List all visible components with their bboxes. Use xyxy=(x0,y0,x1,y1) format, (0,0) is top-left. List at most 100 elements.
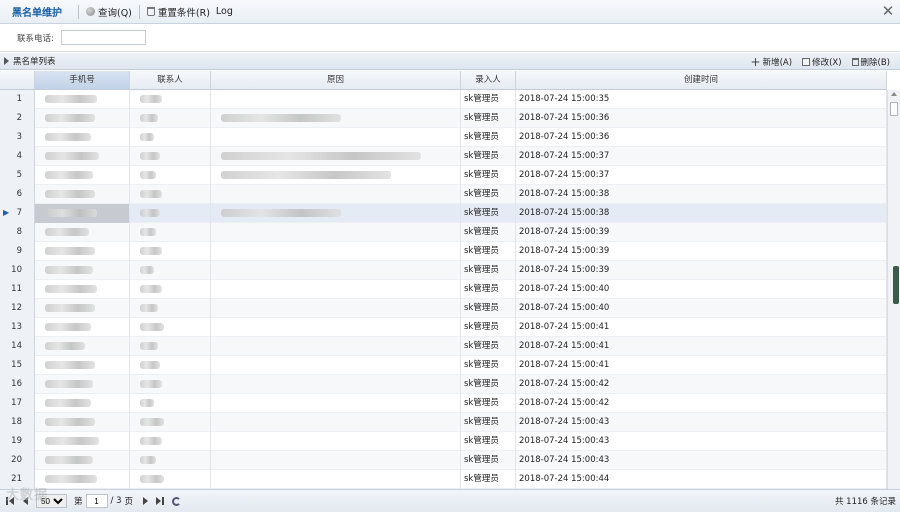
page-number-input[interactable] xyxy=(85,494,108,508)
table-row[interactable]: 12 sk管理员 2018-07-24 15:00:40 xyxy=(0,299,887,318)
delete-button[interactable]: 删除(B) xyxy=(851,56,890,68)
refresh-icon[interactable] xyxy=(172,496,182,506)
entered-by-cell[interactable]: sk管理员 xyxy=(461,204,516,223)
contact-cell[interactable] xyxy=(130,470,211,489)
entered-by-cell[interactable]: sk管理员 xyxy=(461,451,516,470)
entered-by-cell[interactable]: sk管理员 xyxy=(461,185,516,204)
entered-by-cell[interactable]: sk管理员 xyxy=(461,470,516,489)
table-row[interactable]: 13 sk管理员 2018-07-24 15:00:41 xyxy=(0,318,887,337)
phone-cell[interactable] xyxy=(35,204,130,223)
phone-cell[interactable] xyxy=(35,109,130,128)
created-time-cell[interactable]: 2018-07-24 15:00:42 xyxy=(516,394,887,413)
table-row[interactable]: 9 sk管理员 2018-07-24 15:00:39 xyxy=(0,242,887,261)
phone-cell[interactable] xyxy=(35,337,130,356)
table-row[interactable]: 15 sk管理员 2018-07-24 15:00:41 xyxy=(0,356,887,375)
reason-cell[interactable] xyxy=(211,280,461,299)
reason-cell[interactable] xyxy=(211,356,461,375)
phone-cell[interactable] xyxy=(35,242,130,261)
created-time-cell[interactable]: 2018-07-24 15:00:39 xyxy=(516,223,887,242)
table-row[interactable]: 17 sk管理员 2018-07-24 15:00:42 xyxy=(0,394,887,413)
side-handle[interactable] xyxy=(893,266,899,304)
entered-by-cell[interactable]: sk管理员 xyxy=(461,166,516,185)
table-row[interactable]: 3 sk管理员 2018-07-24 15:00:36 xyxy=(0,128,887,147)
entered-by-cell[interactable]: sk管理员 xyxy=(461,261,516,280)
column-header-entered-by[interactable]: 录入人 xyxy=(461,71,516,89)
reason-cell[interactable] xyxy=(211,432,461,451)
entered-by-cell[interactable]: sk管理员 xyxy=(461,432,516,451)
created-time-cell[interactable]: 2018-07-24 15:00:41 xyxy=(516,356,887,375)
created-time-cell[interactable]: 2018-07-24 15:00:40 xyxy=(516,299,887,318)
entered-by-cell[interactable]: sk管理员 xyxy=(461,242,516,261)
reason-cell[interactable] xyxy=(211,394,461,413)
reason-cell[interactable] xyxy=(211,147,461,166)
reason-cell[interactable] xyxy=(211,109,461,128)
contact-cell[interactable] xyxy=(130,337,211,356)
reason-cell[interactable] xyxy=(211,375,461,394)
table-row[interactable]: 14 sk管理员 2018-07-24 15:00:41 xyxy=(0,337,887,356)
table-row[interactable]: ▶ 7 sk管理员 2018-07-24 15:00:38 xyxy=(0,204,887,223)
table-row[interactable]: 21 sk管理员 2018-07-24 15:00:44 xyxy=(0,470,887,489)
created-time-cell[interactable]: 2018-07-24 15:00:44 xyxy=(516,470,887,489)
table-row[interactable]: 8 sk管理员 2018-07-24 15:00:39 xyxy=(0,223,887,242)
created-time-cell[interactable]: 2018-07-24 15:00:39 xyxy=(516,242,887,261)
collapse-caret-icon[interactable] xyxy=(4,57,9,65)
phone-cell[interactable] xyxy=(35,318,130,337)
contact-cell[interactable] xyxy=(130,223,211,242)
entered-by-cell[interactable]: sk管理员 xyxy=(461,109,516,128)
column-header-contact[interactable]: 联系人 xyxy=(130,71,211,89)
phone-cell[interactable] xyxy=(35,451,130,470)
contact-cell[interactable] xyxy=(130,185,211,204)
reason-cell[interactable] xyxy=(211,299,461,318)
reason-cell[interactable] xyxy=(211,318,461,337)
query-button[interactable]: 查询(Q) xyxy=(83,5,135,19)
contact-cell[interactable] xyxy=(130,261,211,280)
table-row[interactable]: 16 sk管理员 2018-07-24 15:00:42 xyxy=(0,375,887,394)
contact-cell[interactable] xyxy=(130,109,211,128)
contact-cell[interactable] xyxy=(130,128,211,147)
reason-cell[interactable] xyxy=(211,242,461,261)
phone-filter-input[interactable] xyxy=(61,30,146,45)
phone-cell[interactable] xyxy=(35,375,130,394)
contact-cell[interactable] xyxy=(130,280,211,299)
created-time-cell[interactable]: 2018-07-24 15:00:41 xyxy=(516,337,887,356)
contact-cell[interactable] xyxy=(130,242,211,261)
reason-cell[interactable] xyxy=(211,223,461,242)
created-time-cell[interactable]: 2018-07-24 15:00:43 xyxy=(516,432,887,451)
created-time-cell[interactable]: 2018-07-24 15:00:36 xyxy=(516,128,887,147)
created-time-cell[interactable]: 2018-07-24 15:00:42 xyxy=(516,375,887,394)
table-row[interactable]: 5 sk管理员 2018-07-24 15:00:37 xyxy=(0,166,887,185)
table-row[interactable]: 19 sk管理员 2018-07-24 15:00:43 xyxy=(0,432,887,451)
created-time-cell[interactable]: 2018-07-24 15:00:39 xyxy=(516,261,887,280)
entered-by-cell[interactable]: sk管理员 xyxy=(461,128,516,147)
table-row[interactable]: 20 sk管理员 2018-07-24 15:00:43 xyxy=(0,451,887,470)
created-time-cell[interactable]: 2018-07-24 15:00:38 xyxy=(516,185,887,204)
table-row[interactable]: 1 sk管理员 2018-07-24 15:00:35 xyxy=(0,90,887,109)
created-time-cell[interactable]: 2018-07-24 15:00:43 xyxy=(516,413,887,432)
created-time-cell[interactable]: 2018-07-24 15:00:40 xyxy=(516,280,887,299)
reason-cell[interactable] xyxy=(211,337,461,356)
reason-cell[interactable] xyxy=(211,166,461,185)
contact-cell[interactable] xyxy=(130,299,211,318)
scroll-thumb[interactable] xyxy=(890,102,898,116)
reason-cell[interactable] xyxy=(211,470,461,489)
entered-by-cell[interactable]: sk管理员 xyxy=(461,280,516,299)
phone-cell[interactable] xyxy=(35,299,130,318)
created-time-cell[interactable]: 2018-07-24 15:00:36 xyxy=(516,109,887,128)
entered-by-cell[interactable]: sk管理员 xyxy=(461,394,516,413)
table-row[interactable]: 2 sk管理员 2018-07-24 15:00:36 xyxy=(0,109,887,128)
contact-cell[interactable] xyxy=(130,356,211,375)
table-row[interactable]: 4 sk管理员 2018-07-24 15:00:37 xyxy=(0,147,887,166)
edit-button[interactable]: 修改(X) xyxy=(802,56,842,68)
created-time-cell[interactable]: 2018-07-24 15:00:37 xyxy=(516,166,887,185)
created-time-cell[interactable]: 2018-07-24 15:00:41 xyxy=(516,318,887,337)
log-button[interactable]: Log xyxy=(213,6,236,17)
contact-cell[interactable] xyxy=(130,394,211,413)
contact-cell[interactable] xyxy=(130,451,211,470)
created-time-cell[interactable]: 2018-07-24 15:00:37 xyxy=(516,147,887,166)
column-header-created[interactable]: 创建时间 xyxy=(516,71,887,89)
phone-cell[interactable] xyxy=(35,280,130,299)
last-page-button[interactable] xyxy=(156,496,165,506)
next-page-button[interactable] xyxy=(141,496,150,506)
reason-cell[interactable] xyxy=(211,185,461,204)
close-icon[interactable]: ✕ xyxy=(880,2,896,20)
